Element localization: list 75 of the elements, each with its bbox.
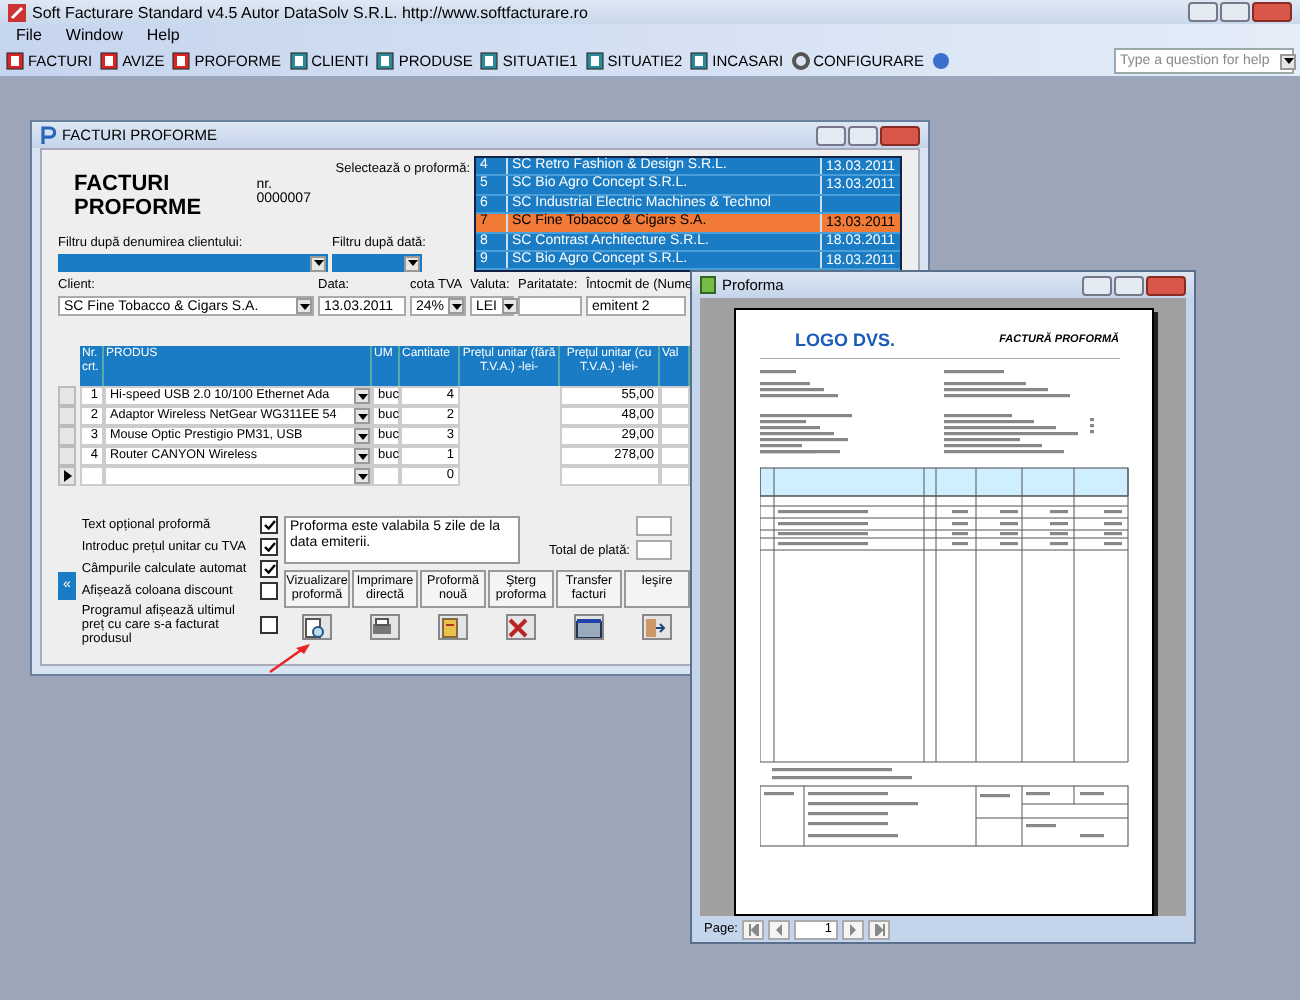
table-cell <box>80 466 104 487</box>
minimize-button[interactable] <box>816 125 846 145</box>
door-icon <box>644 617 670 638</box>
checkbox[interactable] <box>260 582 278 601</box>
maximize-button[interactable] <box>1114 275 1144 295</box>
nav-button[interactable] <box>742 919 764 939</box>
action-button[interactable] <box>302 614 332 641</box>
form-heading: FACTURI PROFORME <box>74 170 204 220</box>
document-icon <box>6 52 24 70</box>
window-title: Soft Facturare Standard v4.5 Autor DataSolv S.R.L. http://www.softfacturare.ro <box>32 3 588 21</box>
document-icon <box>690 52 709 70</box>
pointer-arrow <box>268 642 312 675</box>
menu-item[interactable]: File <box>16 26 42 44</box>
checkbox[interactable] <box>260 560 278 579</box>
app-icon <box>700 276 716 294</box>
dropdown-button[interactable] <box>354 388 370 405</box>
action-button[interactable] <box>506 614 536 641</box>
action-button[interactable] <box>642 614 672 641</box>
table-cell <box>660 386 690 407</box>
minimize-button[interactable] <box>1082 275 1112 295</box>
proforma-list[interactable] <box>474 156 902 273</box>
dropdown-button[interactable] <box>354 468 370 485</box>
previous-page-icon <box>773 923 785 935</box>
dropdown-button[interactable] <box>404 255 420 272</box>
input-field[interactable] <box>636 516 672 537</box>
app-icon <box>40 126 56 144</box>
input-field[interactable] <box>636 540 672 561</box>
menu-item[interactable]: Window <box>65 26 123 44</box>
minimize-button[interactable] <box>1188 2 1218 22</box>
dropdown-button[interactable] <box>501 298 518 315</box>
logo-text: LOGO DVS. <box>795 330 896 350</box>
maximize-button[interactable] <box>848 125 878 145</box>
document-icon <box>480 52 499 70</box>
nav-button[interactable] <box>768 919 790 939</box>
menu-item[interactable]: Help <box>146 26 180 44</box>
document-icon <box>289 52 308 70</box>
input-field[interactable] <box>104 466 372 487</box>
checkbox[interactable] <box>260 538 278 557</box>
app-icon <box>8 3 26 21</box>
table-cell <box>660 466 690 487</box>
dropdown-button[interactable] <box>310 255 326 272</box>
close-button[interactable] <box>880 125 920 145</box>
nav-button[interactable] <box>868 919 890 939</box>
dropdown-button[interactable] <box>354 428 370 445</box>
nav-button[interactable] <box>842 919 864 939</box>
magnifier-icon <box>304 617 330 638</box>
maximize-button[interactable] <box>1220 2 1250 22</box>
action-button[interactable] <box>574 614 604 641</box>
document-icon <box>585 52 604 70</box>
close-button[interactable] <box>1146 275 1186 295</box>
document-icon <box>100 52 119 70</box>
dropdown-button[interactable] <box>354 408 370 425</box>
document-icon <box>172 52 191 70</box>
table-icon <box>576 617 602 638</box>
checkbox[interactable] <box>260 616 278 635</box>
dropdown-button[interactable] <box>296 298 312 315</box>
dropdown-button[interactable] <box>448 298 465 315</box>
filter-field[interactable] <box>332 254 422 273</box>
filter-field[interactable] <box>58 254 328 273</box>
next-page-icon <box>847 923 859 935</box>
first-page-icon <box>747 923 759 935</box>
table-cell <box>660 446 690 467</box>
dropdown-button[interactable] <box>354 448 370 465</box>
action-button[interactable] <box>370 614 400 641</box>
row-pointer-icon <box>63 470 71 483</box>
last-page-icon <box>873 923 885 935</box>
table-cell <box>560 466 660 487</box>
table-cell <box>660 426 690 447</box>
dropdown-button[interactable] <box>1280 53 1296 69</box>
table-cell <box>372 466 400 487</box>
checkbox[interactable] <box>260 516 278 535</box>
input-field[interactable] <box>518 296 582 317</box>
document-icon <box>376 52 395 70</box>
table-cell <box>660 406 690 427</box>
gear-icon <box>791 52 810 70</box>
